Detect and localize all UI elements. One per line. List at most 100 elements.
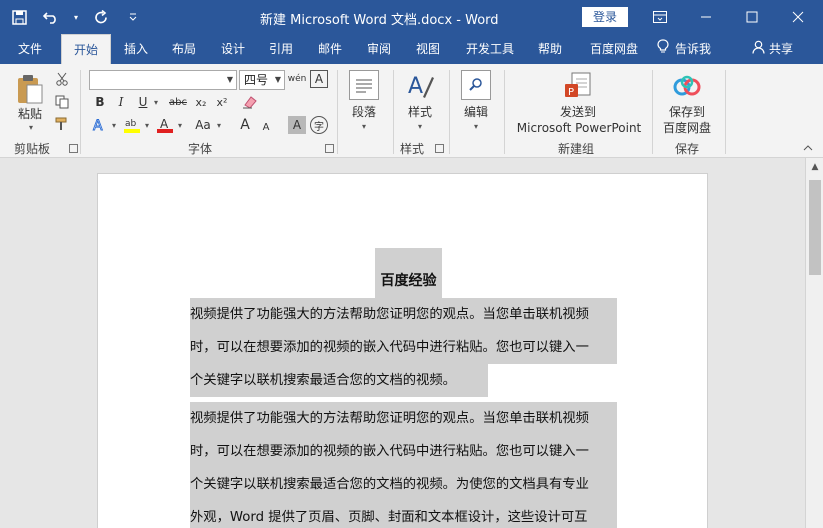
share-label: 共享 — [769, 42, 794, 56]
customize-qat-icon[interactable] — [122, 6, 144, 28]
subscript-button[interactable]: x₂ — [192, 93, 210, 111]
font-group-label: 字体 — [187, 142, 212, 156]
grow-font-button[interactable]: A — [236, 116, 254, 134]
tab-developer[interactable]: 开发工具 — [460, 34, 520, 64]
bold-button[interactable]: B — [91, 93, 109, 111]
chevron-down-icon: ▼ — [274, 75, 281, 84]
change-case-dropdown-icon[interactable]: ▾ — [214, 116, 224, 134]
format-painter-icon[interactable] — [53, 115, 71, 133]
share-button[interactable]: 共享 — [752, 34, 808, 64]
scrollbar-thumb[interactable] — [809, 180, 821, 275]
redo-icon[interactable] — [90, 6, 112, 28]
ribbon: 粘贴 ▾ 剪贴板 ▼ 四号 ▼ wén A B I U ▾ abc x₂ x² A… — [0, 64, 823, 158]
group-divider — [337, 70, 338, 154]
scroll-up-icon[interactable]: ▲ — [806, 162, 823, 176]
tab-mailings[interactable]: 邮件 — [308, 34, 352, 64]
editing-dropdown-icon[interactable]: ▾ — [471, 119, 481, 135]
tab-view[interactable]: 视图 — [406, 34, 450, 64]
editing-button-label[interactable]: 编辑 — [458, 104, 494, 120]
paste-icon[interactable] — [15, 72, 45, 106]
tab-insert[interactable]: 插入 — [114, 34, 158, 64]
tab-file[interactable]: 文件 — [8, 34, 52, 64]
highlight-color-icon[interactable]: ab — [123, 116, 141, 134]
paste-dropdown-icon[interactable]: ▾ — [26, 120, 36, 136]
document-heading[interactable]: 百度经验 — [375, 248, 442, 300]
vertical-scrollbar[interactable]: ▲ — [805, 158, 823, 528]
tell-me-search[interactable]: 告诉我 — [657, 34, 727, 64]
tab-review[interactable]: 审阅 — [357, 34, 401, 64]
group-divider — [80, 70, 81, 154]
paragraph-2[interactable]: 视频提供了功能强大的方法帮助您证明您的观点。当您单击联机视频 时，可以在想要添加… — [190, 402, 617, 528]
document-canvas: 百度经验 视频提供了功能强大的方法帮助您证明您的观点。当您单击联机视频 时，可以… — [0, 158, 805, 528]
text-line: 个关键字以联机搜索最适合您的文档的视频。为使您的文档具有专业 — [190, 468, 617, 501]
superscript-button[interactable]: x² — [213, 93, 231, 111]
tab-layout[interactable]: 布局 — [162, 34, 206, 64]
chevron-down-icon: ▼ — [226, 75, 233, 84]
maximize-icon[interactable] — [729, 0, 775, 34]
enclose-characters-button[interactable]: 字 — [310, 116, 328, 134]
text-effects-icon[interactable]: A — [91, 116, 109, 134]
send-to-powerpoint-icon[interactable]: P — [562, 70, 594, 102]
text-line: 个关键字以联机搜索最适合您的文档的视频。 — [190, 364, 488, 397]
login-button[interactable]: 登录 — [582, 7, 628, 27]
tab-home[interactable]: 开始 — [61, 34, 111, 64]
send-to-label-line2[interactable]: Microsoft PowerPoint — [514, 120, 644, 136]
group-divider — [652, 70, 653, 154]
styles-button-label[interactable]: 样式 — [402, 104, 438, 120]
text-line: 时，可以在想要添加的视频的嵌入代码中进行粘贴。您也可以键入一 — [190, 435, 617, 468]
font-size-combo[interactable]: 四号 ▼ — [239, 70, 285, 90]
tab-design[interactable]: 设计 — [211, 34, 255, 64]
styles-group-label: 样式 — [399, 142, 424, 156]
paragraph-dropdown-icon[interactable]: ▾ — [359, 119, 369, 135]
character-border-icon[interactable]: A — [310, 70, 328, 88]
undo-dropdown-icon[interactable]: ▾ — [72, 6, 80, 28]
group-divider — [504, 70, 505, 154]
baidu-netdisk-icon[interactable] — [671, 72, 703, 102]
character-shading-button[interactable]: A — [288, 116, 306, 134]
shrink-font-button[interactable]: A — [257, 118, 275, 136]
svg-text:A: A — [93, 118, 103, 133]
tab-help[interactable]: 帮助 — [528, 34, 572, 64]
send-to-label-line1[interactable]: 发送到 — [532, 104, 624, 120]
minimize-icon[interactable] — [683, 0, 729, 34]
save-to-label-line1[interactable]: 保存到 — [660, 104, 714, 120]
svg-text:A: A — [160, 117, 169, 131]
save-to-label-line2[interactable]: 百度网盘 — [656, 120, 718, 136]
cut-icon[interactable] — [53, 70, 71, 88]
font-name-combo[interactable]: ▼ — [89, 70, 237, 90]
text-line: 外观，Word 提供了页眉、页脚、封面和文本框设计，这些设计可互 — [190, 501, 617, 528]
underline-dropdown-icon[interactable]: ▾ — [151, 93, 161, 111]
italic-button[interactable]: I — [112, 93, 130, 111]
font-color-dropdown-icon[interactable]: ▾ — [175, 116, 185, 134]
font-color-icon[interactable]: A — [156, 116, 174, 134]
paragraph-icon[interactable] — [349, 70, 379, 100]
new-group-label: 新建组 — [557, 142, 594, 156]
styles-dropdown-icon[interactable]: ▾ — [415, 119, 425, 135]
clear-formatting-icon[interactable] — [241, 93, 259, 111]
styles-launcher-icon[interactable] — [435, 144, 444, 153]
underline-button[interactable]: U — [134, 93, 152, 111]
text-effects-dropdown-icon[interactable]: ▾ — [109, 116, 119, 134]
copy-icon[interactable] — [53, 93, 71, 111]
clipboard-launcher-icon[interactable] — [69, 144, 78, 153]
font-launcher-icon[interactable] — [325, 144, 334, 153]
search-icon[interactable] — [461, 70, 491, 100]
phonetic-guide-icon[interactable]: wén — [288, 70, 307, 88]
tell-me-label: 告诉我 — [675, 42, 712, 56]
ribbon-display-options-icon[interactable] — [637, 0, 683, 34]
paragraph-1[interactable]: 视频提供了功能强大的方法帮助您证明您的观点。当您单击联机视频 时，可以在想要添加… — [190, 298, 617, 397]
group-divider — [393, 70, 394, 154]
change-case-button[interactable]: Aa — [191, 116, 215, 134]
highlight-dropdown-icon[interactable]: ▾ — [142, 116, 152, 134]
svg-text:ab: ab — [125, 119, 137, 129]
undo-icon[interactable] — [40, 6, 62, 28]
close-icon[interactable] — [775, 0, 821, 34]
styles-icon[interactable]: A — [405, 70, 435, 102]
document-page[interactable]: 百度经验 视频提供了功能强大的方法帮助您证明您的观点。当您单击联机视频 时，可以… — [97, 173, 708, 528]
tab-baidu-netdisk[interactable]: 百度网盘 — [582, 34, 646, 64]
strikethrough-button[interactable]: abc — [166, 93, 190, 111]
tab-references[interactable]: 引用 — [259, 34, 303, 64]
paragraph-button-label[interactable]: 段落 — [346, 104, 382, 120]
save-icon[interactable] — [8, 6, 30, 28]
collapse-ribbon-icon[interactable] — [801, 142, 815, 154]
